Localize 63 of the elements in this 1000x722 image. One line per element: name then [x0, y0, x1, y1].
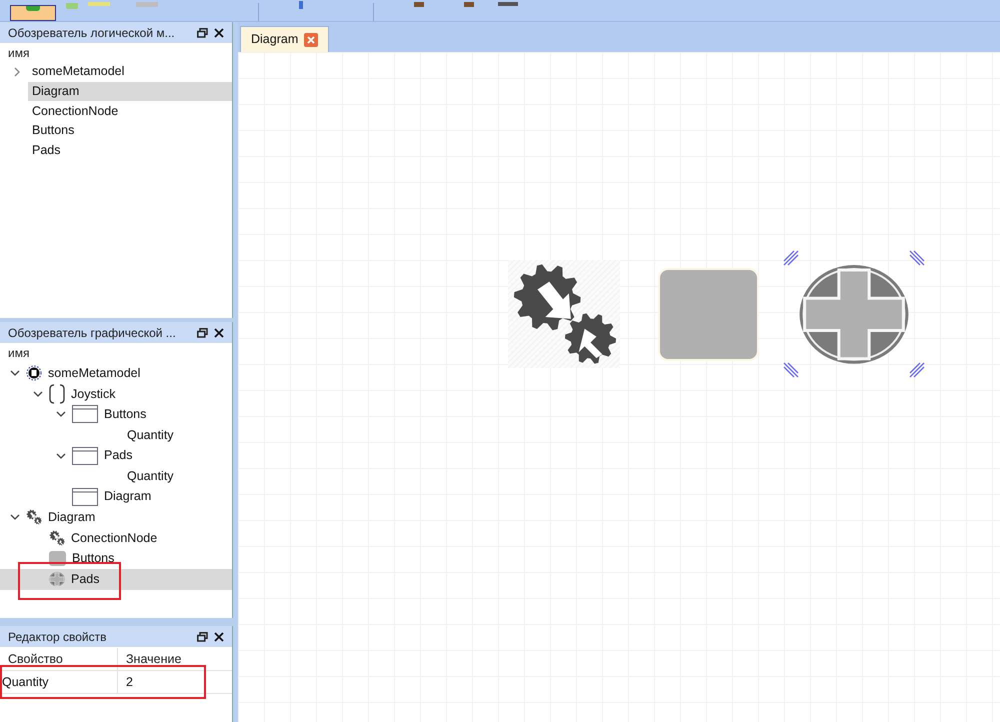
metamodel-icon [26, 365, 42, 382]
gears-icon [26, 509, 42, 526]
selection-handle-icon[interactable] [909, 362, 925, 378]
tree-item[interactable]: Buttons [0, 548, 232, 569]
tree-item[interactable]: Quantity [0, 424, 232, 446]
tree-item-label: Diagram [31, 83, 80, 100]
tree-item-label: Buttons [104, 406, 146, 424]
tree-item-label: Pads [31, 142, 60, 159]
selection-handle-icon[interactable] [783, 362, 799, 378]
tree-item[interactable]: Pads [0, 568, 232, 590]
tree-item-label: Buttons [72, 550, 114, 568]
tree-item-label: Quantity [127, 468, 174, 485]
tree-item[interactable]: Buttons [28, 120, 232, 140]
column-header: имя [7, 44, 30, 62]
tree-item[interactable]: Pads [0, 445, 232, 466]
table-icon [72, 446, 98, 465]
property-name: Quantity [0, 671, 118, 693]
close-icon[interactable] [214, 328, 224, 338]
panel-title: Обозреватель логической м... [8, 24, 175, 42]
selection-handle-icon[interactable] [909, 250, 925, 266]
selection-handle-icon[interactable] [783, 250, 799, 266]
tree-item[interactable]: someMetamodel [28, 62, 232, 82]
column-header: имя [7, 345, 30, 362]
tree-item-label: ConectionNode [71, 530, 158, 547]
tree-item-label: ConectionNode [31, 102, 118, 120]
table-icon [72, 488, 98, 506]
column-header: Свойство [0, 648, 118, 670]
bracket-icon [49, 384, 65, 404]
close-icon[interactable] [214, 28, 224, 38]
tree-item[interactable]: someMetamodel [0, 363, 232, 384]
tree-item-label: Joystick [71, 386, 116, 403]
tree-item[interactable]: Diagram [28, 82, 232, 102]
tree-item[interactable]: ConectionNode [28, 101, 232, 121]
restore-icon[interactable] [197, 28, 208, 38]
tab-label: Diagram [251, 31, 298, 48]
dpad-icon [49, 572, 65, 586]
tree-item[interactable]: Diagram [0, 507, 232, 528]
tree-item[interactable]: Quantity [0, 466, 232, 487]
restore-icon[interactable] [197, 328, 208, 338]
gears-icon [49, 530, 65, 546]
panel-title: Обозреватель графической ... [8, 324, 176, 342]
tree-item-label: someMetamodel [31, 63, 124, 80]
editor-tab[interactable]: Diagram [240, 26, 330, 52]
tree-item-label: Diagram [48, 509, 96, 526]
property-value[interactable]: 2 [118, 672, 133, 692]
button-node[interactable] [658, 268, 759, 360]
tree-item[interactable]: Pads [28, 140, 232, 160]
tree-item-label: Pads [71, 570, 100, 588]
panel-title: Редактор свойств [8, 628, 106, 646]
column-header: Значение [125, 650, 182, 668]
tree-item[interactable]: Joystick [0, 384, 232, 404]
table-icon [72, 405, 98, 424]
tree-item-label: Buttons [31, 122, 74, 140]
close-icon[interactable] [214, 632, 224, 642]
tree-item-label: Pads [104, 447, 132, 464]
diagram-node[interactable] [783, 250, 925, 378]
restore-icon[interactable] [197, 632, 208, 642]
tree-item[interactable]: ConectionNode [0, 528, 232, 548]
tree-item-label: someMetamodel [48, 364, 140, 382]
tree-item-label: Quantity [127, 426, 174, 444]
tree-item[interactable]: Diagram [0, 486, 232, 508]
tree-item[interactable]: Buttons [0, 404, 232, 425]
tree-item-label: Diagram [104, 488, 152, 506]
